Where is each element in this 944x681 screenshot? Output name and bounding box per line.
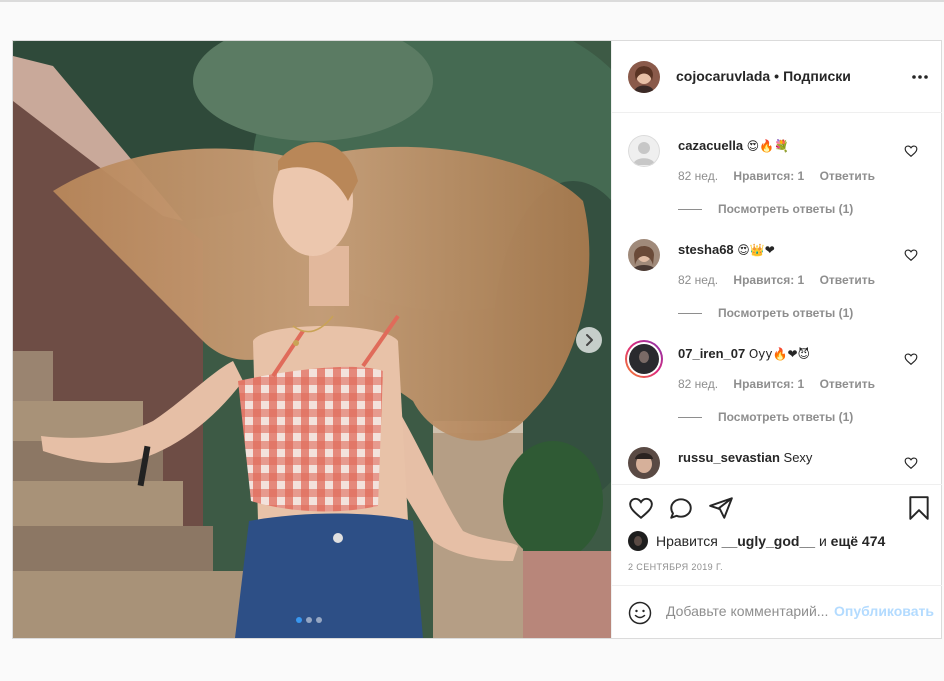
likes-summary: Нравится __ugly_god__ и ещё 474 bbox=[628, 531, 885, 551]
comment-username[interactable]: cazacuella bbox=[678, 138, 743, 153]
comment-username[interactable]: 07_iren_07 bbox=[678, 346, 745, 361]
author-avatar[interactable] bbox=[628, 61, 660, 93]
comment-item: cazacuella 😍🔥💐 82 нед. Нравится: 1 Ответ… bbox=[612, 113, 942, 217]
following-button[interactable]: Подписки bbox=[783, 68, 851, 84]
next-photo-button[interactable] bbox=[576, 327, 602, 353]
comment-heart-icon[interactable] bbox=[904, 144, 918, 158]
comment-text: stesha68 😍👑❤ bbox=[678, 242, 898, 257]
emoji-icon[interactable] bbox=[628, 601, 652, 625]
more-icon[interactable] bbox=[910, 69, 930, 85]
comments-list[interactable]: cazacuella 😍🔥💐 82 нед. Нравится: 1 Ответ… bbox=[612, 113, 942, 483]
share-icon[interactable] bbox=[708, 495, 734, 521]
comment-body: 😍🔥💐 bbox=[746, 139, 790, 153]
bookmark-icon[interactable] bbox=[906, 495, 932, 521]
comment-age[interactable]: 82 нед. bbox=[678, 377, 718, 391]
post-header: cojocaruvlada • Подписки bbox=[612, 41, 942, 113]
comment-heart-icon[interactable] bbox=[904, 352, 918, 366]
post-date[interactable]: 2 сентября 2019 г. bbox=[628, 562, 723, 572]
comment-body: Sexy bbox=[783, 450, 813, 465]
view-replies-button[interactable]: Посмотреть ответы (1) bbox=[678, 410, 853, 424]
replies-line bbox=[678, 208, 702, 210]
comment-item: stesha68 😍👑❤ 82 нед. Нравится: 1 Ответит… bbox=[612, 217, 942, 321]
comment-meta: 82 нед. Нравится: 1 Ответить bbox=[678, 169, 887, 183]
comment-age[interactable]: 82 нед. bbox=[678, 273, 718, 287]
top-divider bbox=[0, 0, 944, 2]
comment-likes[interactable]: Нравится: 1 bbox=[733, 377, 804, 391]
comment-body: 😍👑❤ bbox=[737, 243, 775, 257]
comment-text: 07_iren_07 Oyy🔥❤😈 bbox=[678, 346, 898, 361]
view-replies-label: Посмотреть ответы (1) bbox=[718, 410, 854, 424]
carousel-dot bbox=[316, 617, 322, 623]
liker-avatar[interactable] bbox=[628, 531, 648, 551]
view-replies-label: Посмотреть ответы (1) bbox=[718, 202, 854, 216]
comment-text: russu_sevastian Sexy bbox=[678, 450, 898, 465]
carousel-dots bbox=[296, 617, 322, 623]
publish-button[interactable]: Опубликовать bbox=[834, 603, 934, 619]
comment-meta: 82 нед. Нравится: 1 Ответить bbox=[678, 377, 887, 391]
comment-text: cazacuella 😍🔥💐 bbox=[678, 138, 898, 153]
replies-line bbox=[678, 312, 702, 314]
reply-button[interactable]: Ответить bbox=[820, 273, 875, 287]
likes-others[interactable]: ещё 474 bbox=[831, 533, 886, 549]
comment-heart-icon[interactable] bbox=[904, 456, 918, 470]
carousel-dot-active bbox=[296, 617, 302, 623]
commenter-avatar[interactable] bbox=[628, 239, 660, 271]
post-header-text: cojocaruvlada • Подписки bbox=[676, 68, 851, 84]
comment-body: Oyy🔥❤😈 bbox=[748, 347, 811, 361]
comment-likes[interactable]: Нравится: 1 bbox=[733, 169, 804, 183]
post-side-panel: cojocaruvlada • Подписки cazacuella 😍🔥💐 … bbox=[611, 41, 942, 638]
photo-illustration bbox=[13, 41, 611, 638]
commenter-avatar[interactable] bbox=[628, 135, 660, 167]
reply-button[interactable]: Ответить bbox=[820, 377, 875, 391]
post-photo[interactable] bbox=[13, 41, 611, 638]
carousel-dot bbox=[306, 617, 312, 623]
post-actions: Нравится __ugly_god__ и ещё 474 2 сентяб… bbox=[612, 484, 942, 638]
author-username[interactable]: cojocaruvlada bbox=[676, 68, 770, 84]
heart-icon[interactable] bbox=[628, 495, 654, 521]
comment-heart-icon[interactable] bbox=[904, 248, 918, 262]
view-replies-label: Посмотреть ответы (1) bbox=[718, 306, 854, 320]
commenter-avatar[interactable] bbox=[628, 447, 660, 479]
add-comment-bar: Опубликовать bbox=[612, 585, 942, 639]
comment-likes[interactable]: Нравится: 1 bbox=[733, 273, 804, 287]
chevron-right-icon bbox=[586, 334, 593, 346]
post-modal: cojocaruvlada • Подписки cazacuella 😍🔥💐 … bbox=[12, 40, 942, 639]
comment-age[interactable]: 82 нед. bbox=[678, 169, 718, 183]
comment-username[interactable]: russu_sevastian bbox=[678, 450, 780, 465]
reply-button[interactable]: Ответить bbox=[820, 169, 875, 183]
likes-prefix: Нравится bbox=[656, 533, 718, 549]
liker-username[interactable]: __ugly_god__ bbox=[722, 533, 815, 549]
comment-item: 07_iren_07 Oyy🔥❤😈 82 нед. Нравится: 1 От… bbox=[612, 321, 942, 425]
view-replies-button[interactable]: Посмотреть ответы (1) bbox=[678, 202, 853, 216]
view-replies-button[interactable]: Посмотреть ответы (1) bbox=[678, 306, 853, 320]
commenter-avatar-story[interactable] bbox=[625, 340, 663, 378]
comment-input[interactable] bbox=[666, 603, 834, 619]
likes-conj: и bbox=[818, 533, 827, 549]
comment-username[interactable]: stesha68 bbox=[678, 242, 734, 257]
header-separator: • bbox=[774, 68, 780, 84]
comment-meta: 82 нед. Нравится: 1 Ответить bbox=[678, 273, 887, 287]
comment-item: russu_sevastian Sexy bbox=[612, 425, 942, 483]
replies-line bbox=[678, 416, 702, 418]
comment-icon[interactable] bbox=[668, 495, 694, 521]
